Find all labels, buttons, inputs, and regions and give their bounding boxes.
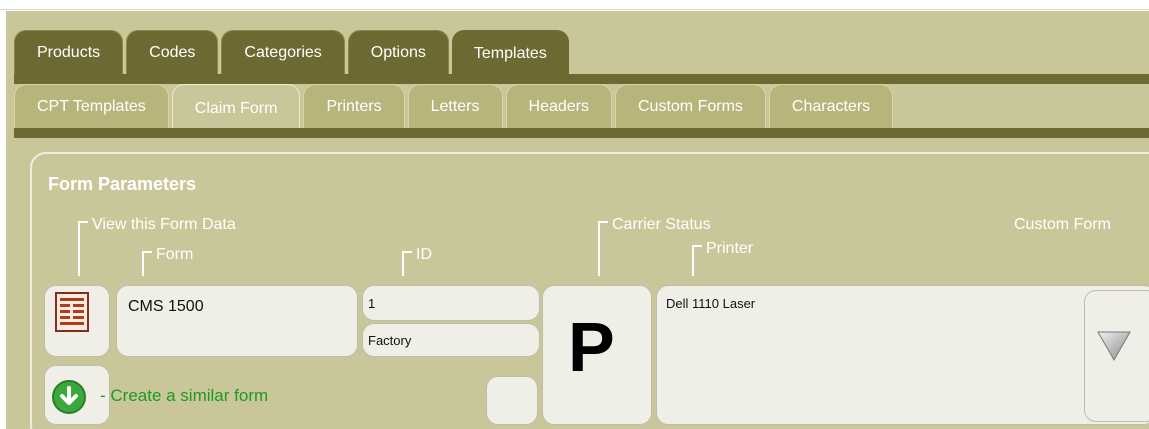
tab-categories[interactable]: Categories xyxy=(221,30,345,74)
label-view-form-data: View this Form Data xyxy=(78,216,236,234)
down-arrow-circle-icon xyxy=(52,380,86,414)
tab-codes[interactable]: Codes xyxy=(126,30,219,74)
tab-claim-form[interactable]: Claim Form xyxy=(171,84,301,132)
tab-products[interactable]: Products xyxy=(14,30,124,74)
label-carrier-status: Carrier Status xyxy=(598,216,711,234)
sub-tab-band xyxy=(14,128,1149,138)
tab-headers[interactable]: Headers xyxy=(505,84,612,128)
create-similar-form-link[interactable]: - Create a similar form xyxy=(100,386,268,406)
label-id: ID xyxy=(402,246,432,264)
label-connector xyxy=(402,256,404,276)
form-name-value: CMS 1500 xyxy=(128,298,204,315)
tab-templates[interactable]: Templates xyxy=(451,30,569,78)
tab-characters[interactable]: Characters xyxy=(768,84,894,128)
panel-title: Form Parameters xyxy=(48,174,197,194)
label-printer: Printer xyxy=(692,240,753,258)
option-checkbox[interactable] xyxy=(486,376,538,425)
top-strip xyxy=(0,0,1149,10)
form-name-field[interactable] xyxy=(116,285,358,357)
tab-cpt-templates[interactable]: CPT Templates xyxy=(14,84,169,128)
label-custom-form: Custom Form xyxy=(1014,216,1111,233)
triangle-down-icon xyxy=(1097,331,1131,362)
main-tab-row: Products Codes Categories Options Templa… xyxy=(14,30,572,78)
main-tab-band xyxy=(14,74,1149,84)
tab-printers[interactable]: Printers xyxy=(303,84,405,128)
label-connector xyxy=(78,226,80,276)
id-field[interactable] xyxy=(362,285,540,321)
view-form-button[interactable] xyxy=(44,285,110,357)
id-source-value: Factory xyxy=(368,333,412,348)
label-connector xyxy=(598,226,600,276)
tab-options[interactable]: Options xyxy=(347,30,449,74)
tab-letters[interactable]: Letters xyxy=(407,84,503,128)
printer-value: Dell 1110 Laser xyxy=(666,296,756,311)
id-value: 1 xyxy=(368,296,376,311)
carrier-status-value: P xyxy=(568,308,615,386)
tab-custom-forms[interactable]: Custom Forms xyxy=(615,84,766,128)
sub-tab-row: CPT Templates Claim Form Printers Letter… xyxy=(14,84,896,132)
label-form: Form xyxy=(142,246,193,264)
label-connector xyxy=(692,250,694,276)
label-connector xyxy=(142,256,144,276)
form-document-icon xyxy=(55,292,89,332)
